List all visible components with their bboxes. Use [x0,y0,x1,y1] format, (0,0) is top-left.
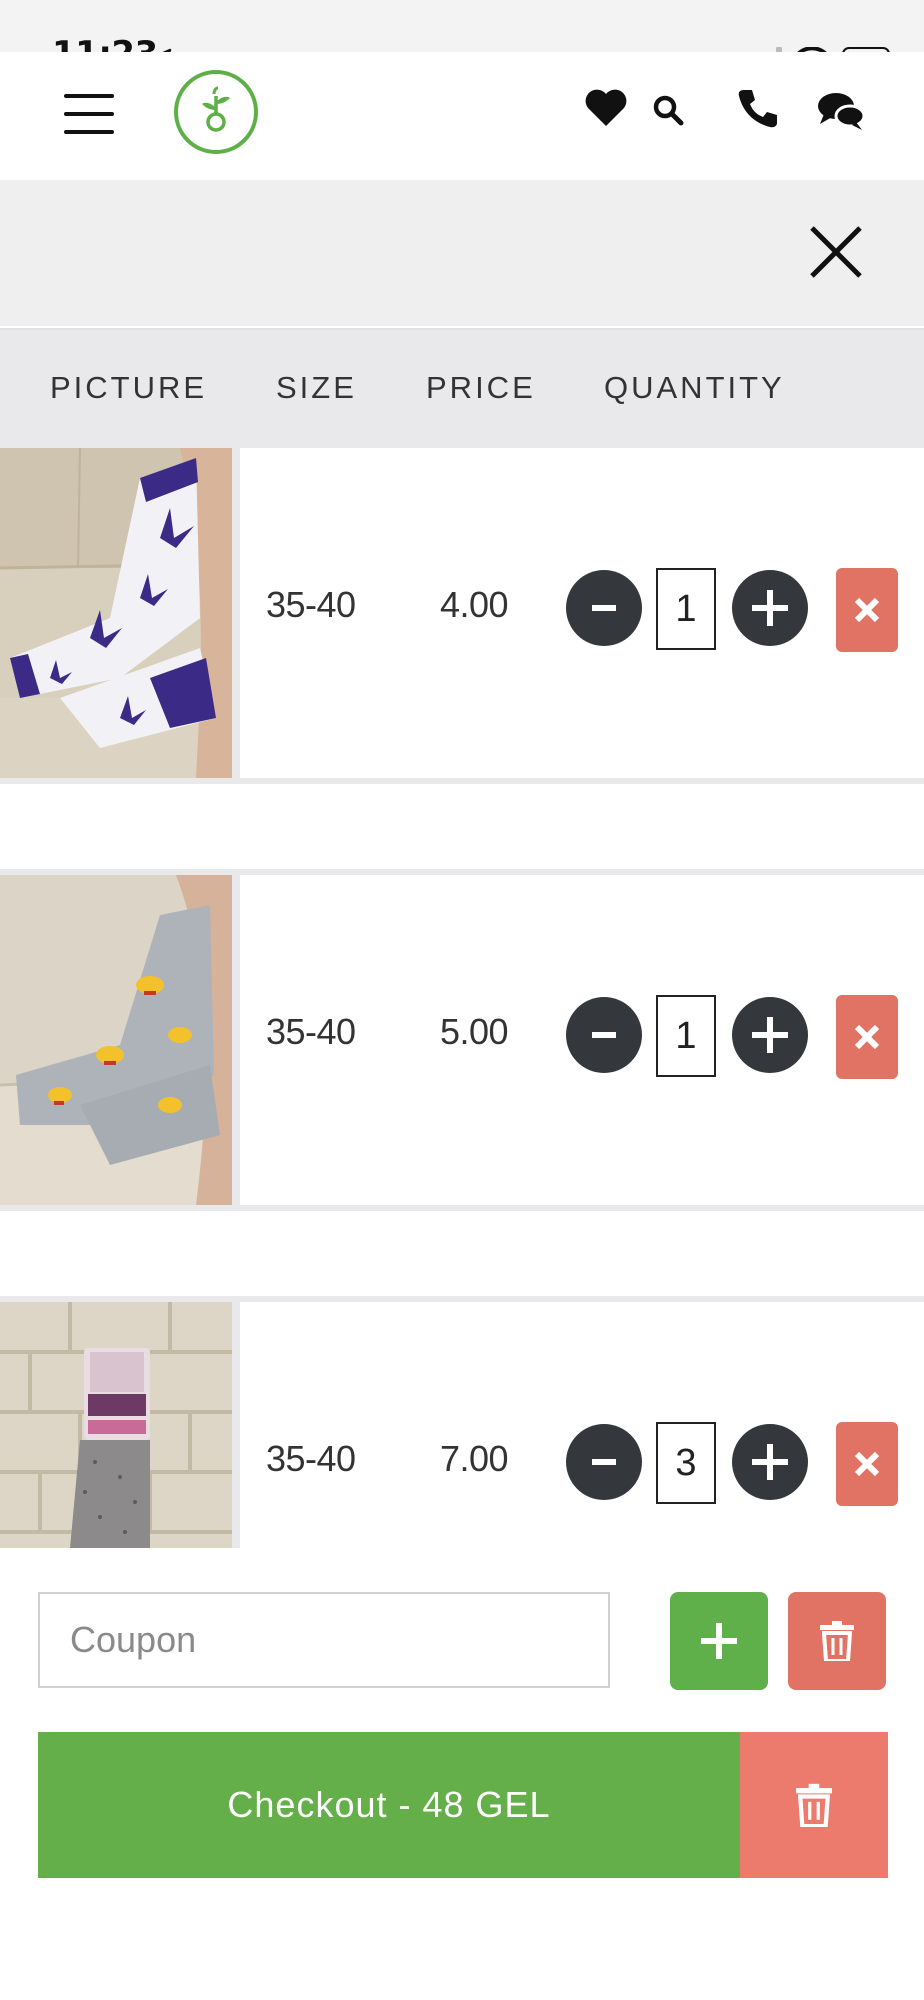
trash-icon [796,1783,832,1827]
search-icon[interactable] [652,94,684,126]
cart-table-header: PICTURE SIZE PRICE QUANTITY [0,328,924,450]
close-icon [854,1451,880,1477]
minus-icon [592,1459,616,1465]
item-size: 35-40 [266,584,356,625]
plus-icon [752,1444,788,1480]
minus-icon [592,605,616,611]
apply-coupon-button[interactable] [670,1592,768,1690]
plus-icon [701,1623,737,1659]
remove-item-button[interactable] [836,995,898,1079]
chat-icon[interactable] [816,90,866,132]
header-size: SIZE [276,370,357,405]
row-divider [0,778,924,784]
coupon-area [0,1548,924,1698]
increase-quantity-button[interactable] [732,997,808,1073]
close-icon[interactable] [808,224,864,280]
phone-icon[interactable] [736,86,780,130]
item-size: 35-40 [266,1011,356,1052]
increase-quantity-button[interactable] [732,1424,808,1500]
status-bar: 11:23 [0,0,924,74]
remove-item-button[interactable] [836,568,898,652]
cart-row: 35-40 5.00 1 [0,869,924,1211]
decrease-quantity-button[interactable] [566,1424,642,1500]
quantity-value[interactable]: 1 [656,995,716,1077]
product-thumbnail[interactable] [0,875,240,1205]
cart-row: 35-40 4.00 1 [0,448,924,784]
header-price: PRICE [426,370,536,405]
close-icon [854,1024,880,1050]
hamburger-icon[interactable] [64,94,114,134]
row-divider [0,1205,924,1211]
increase-quantity-button[interactable] [732,570,808,646]
header-picture: PICTURE [50,370,208,405]
heart-icon[interactable] [584,88,628,128]
coupon-input[interactable] [38,1592,610,1688]
clear-cart-button[interactable] [740,1732,888,1878]
cart-row: 35-40 7.00 3 [0,1296,924,1548]
app-header [0,52,924,180]
search-panel [0,180,924,326]
plus-icon [752,1017,788,1053]
product-thumbnail[interactable] [0,1302,240,1548]
header-quantity: QUANTITY [604,370,785,405]
minus-icon [592,1032,616,1038]
plus-icon [752,590,788,626]
item-price: 7.00 [440,1438,509,1479]
remove-item-button[interactable] [836,1422,898,1506]
quantity-value[interactable]: 3 [656,1422,716,1504]
decrease-quantity-button[interactable] [566,570,642,646]
quantity-value[interactable]: 1 [656,568,716,650]
clear-coupon-button[interactable] [788,1592,886,1690]
plant-logo-icon[interactable] [174,70,258,154]
trash-icon [820,1621,854,1661]
decrease-quantity-button[interactable] [566,997,642,1073]
checkout-button[interactable]: Checkout - 48 GEL [38,1732,740,1878]
close-icon [854,597,880,623]
item-size: 35-40 [266,1438,356,1479]
item-price: 4.00 [440,584,509,625]
product-thumbnail[interactable] [0,448,240,778]
item-price: 5.00 [440,1011,509,1052]
